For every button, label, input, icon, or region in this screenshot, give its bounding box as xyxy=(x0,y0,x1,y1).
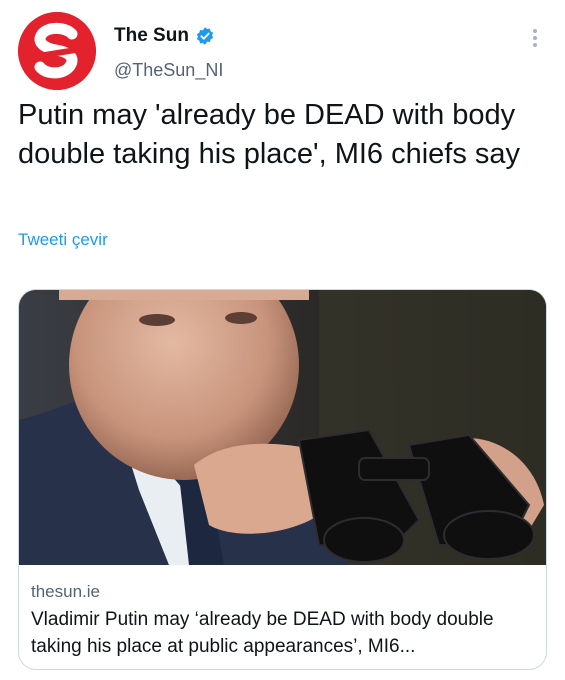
the-sun-logo xyxy=(18,12,96,90)
news-photo-illustration xyxy=(19,290,546,565)
card-title: Vladimir Putin may ‘already be DEAD with… xyxy=(31,609,494,657)
tweet-text: Putin may 'already be DEAD with body dou… xyxy=(18,99,521,170)
author-name-row: The Sun xyxy=(114,25,215,47)
translate-tweet-link[interactable]: Tweeti çevir xyxy=(18,230,108,250)
link-preview-card[interactable]: thesun.ie Vladimir Putin may ‘already be… xyxy=(18,289,547,670)
author-avatar[interactable] xyxy=(18,12,96,90)
more-dot xyxy=(533,29,537,33)
author-display-name[interactable]: The Sun xyxy=(114,25,189,47)
author-handle[interactable]: @TheSun_NI xyxy=(114,60,223,81)
card-image[interactable] xyxy=(19,290,546,565)
more-options-icon[interactable] xyxy=(525,24,545,52)
tweet: The Sun @TheSun_NI Putin may 'already be… xyxy=(0,0,565,680)
card-domain: thesun.ie xyxy=(31,582,100,601)
more-dot xyxy=(533,36,537,40)
more-dot xyxy=(533,43,537,47)
verified-badge-icon xyxy=(196,27,214,45)
